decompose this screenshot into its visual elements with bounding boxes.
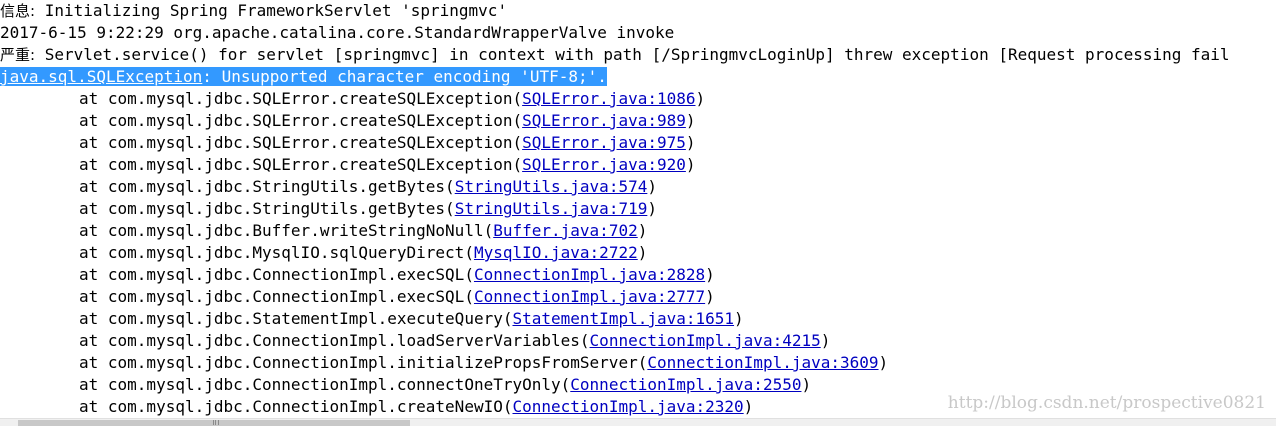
stack-frame-tail: ): [820, 331, 831, 350]
stack-frame-method: at com.mysql.jdbc.StatementImpl.executeQ…: [79, 309, 513, 328]
stack-frame-method: at com.mysql.jdbc.MysqlIO.sqlQueryDirect…: [79, 243, 474, 262]
source-location-link[interactable]: ConnectionImpl.java:2550: [570, 375, 801, 394]
stack-frame: at com.mysql.jdbc.ConnectionImpl.loadSer…: [0, 330, 1276, 352]
stack-frame-tail: ): [801, 375, 812, 394]
stack-frame-tail: ): [685, 111, 696, 130]
stack-frame-method: at com.mysql.jdbc.ConnectionImpl.execSQL…: [79, 287, 474, 306]
source-location-link[interactable]: SQLError.java:920: [522, 155, 686, 174]
scrollbar-grip-icon: [213, 420, 219, 425]
stack-frame-tail: ): [637, 221, 648, 240]
log-message: Initializing Spring FrameworkServlet 'sp…: [35, 1, 508, 20]
horizontal-scrollbar[interactable]: [0, 418, 1276, 426]
source-location-link[interactable]: ConnectionImpl.java:2320: [512, 397, 743, 416]
stack-frame-method: at com.mysql.jdbc.StringUtils.getBytes(: [79, 199, 455, 218]
log-message: 2017-6-15 9:22:29 org.apache.catalina.co…: [0, 23, 675, 42]
stack-frame: at com.mysql.jdbc.SQLError.createSQLExce…: [0, 132, 1276, 154]
source-location-link[interactable]: ConnectionImpl.java:2828: [474, 265, 705, 284]
stack-frame-tail: ): [734, 309, 744, 328]
stack-frame-method: at com.mysql.jdbc.StringUtils.getBytes(: [79, 177, 455, 196]
source-location-link[interactable]: StringUtils.java:719: [455, 199, 648, 218]
stack-frame-method: at com.mysql.jdbc.ConnectionImpl.initial…: [79, 353, 648, 372]
log-level-severe: 严重:: [0, 46, 36, 64]
log-level-info: 信息:: [0, 2, 36, 20]
stack-frame-tail: ): [743, 397, 754, 416]
stack-frame: at com.mysql.jdbc.ConnectionImpl.execSQL…: [0, 286, 1276, 308]
stack-frame: at com.mysql.jdbc.ConnectionImpl.execSQL…: [0, 264, 1276, 286]
stack-frame-method: at com.mysql.jdbc.ConnectionImpl.connect…: [79, 375, 571, 394]
stack-frame-method: at com.mysql.jdbc.SQLError.createSQLExce…: [79, 89, 523, 108]
stack-frame-tail: ): [695, 89, 706, 108]
source-location-link[interactable]: SQLError.java:975: [522, 133, 686, 152]
stack-frame: at com.mysql.jdbc.StringUtils.getBytes(S…: [0, 198, 1276, 220]
log-line-timestamp: 2017-6-15 9:22:29 org.apache.catalina.co…: [0, 22, 1276, 44]
stack-frame-tail: ): [705, 287, 715, 306]
source-location-link[interactable]: ConnectionImpl.java:2777: [474, 287, 705, 306]
stack-frame-method: at com.mysql.jdbc.SQLError.createSQLExce…: [79, 133, 523, 152]
watermark-text: http://blog.csdn.net/prospective0821: [947, 393, 1266, 413]
stack-frame-tail: ): [685, 133, 696, 152]
source-location-link[interactable]: StatementImpl.java:1651: [512, 309, 734, 328]
source-location-link[interactable]: ConnectionImpl.java:3609: [647, 353, 878, 372]
exception-type-link[interactable]: java.sql.SQLException: [0, 67, 202, 86]
source-location-link[interactable]: SQLError.java:1086: [522, 89, 695, 108]
stack-frame-method: at com.mysql.jdbc.SQLError.createSQLExce…: [79, 155, 523, 174]
stack-frame: at com.mysql.jdbc.SQLError.createSQLExce…: [0, 88, 1276, 110]
source-location-link[interactable]: ConnectionImpl.java:4215: [590, 331, 821, 350]
stack-frame-tail: ): [878, 353, 889, 372]
log-message: Servlet.service() for servlet [springmvc…: [35, 45, 1230, 64]
stack-frame-method: at com.mysql.jdbc.ConnectionImpl.createN…: [79, 397, 513, 416]
console-output[interactable]: 信息: Initializing Spring FrameworkServlet…: [0, 0, 1276, 418]
source-location-link[interactable]: Buffer.java:702: [493, 221, 638, 240]
source-location-link[interactable]: MysqlIO.java:2722: [474, 243, 638, 262]
exception-line: java.sql.SQLException: Unsupported chara…: [0, 66, 1276, 88]
log-line-info: 信息: Initializing Spring FrameworkServlet…: [0, 0, 1276, 22]
stack-frame-method: at com.mysql.jdbc.Buffer.writeStringNoNu…: [79, 221, 494, 240]
stack-frame: at com.mysql.jdbc.MysqlIO.sqlQueryDirect…: [0, 242, 1276, 264]
stack-frame: at com.mysql.jdbc.Buffer.writeStringNoNu…: [0, 220, 1276, 242]
stack-frame-method: at com.mysql.jdbc.ConnectionImpl.execSQL…: [79, 265, 474, 284]
stack-frame: at com.mysql.jdbc.StringUtils.getBytes(S…: [0, 176, 1276, 198]
stack-frame: at com.mysql.jdbc.SQLError.createSQLExce…: [0, 110, 1276, 132]
stack-trace: at com.mysql.jdbc.SQLError.createSQLExce…: [0, 88, 1276, 418]
stack-frame-tail: ): [637, 243, 648, 262]
stack-frame: at com.mysql.jdbc.SQLError.createSQLExce…: [0, 154, 1276, 176]
exception-message: : Unsupported character encoding 'UTF-8;…: [202, 67, 607, 86]
source-location-link[interactable]: SQLError.java:989: [522, 111, 686, 130]
log-line-severe: 严重: Servlet.service() for servlet [sprin…: [0, 44, 1276, 66]
stack-frame: at com.mysql.jdbc.ConnectionImpl.initial…: [0, 352, 1276, 374]
stack-frame-tail: ): [685, 155, 696, 174]
stack-frame-tail: ): [647, 177, 657, 196]
source-location-link[interactable]: StringUtils.java:574: [455, 177, 648, 196]
stack-frame: at com.mysql.jdbc.StatementImpl.executeQ…: [0, 308, 1276, 330]
stack-frame-method: at com.mysql.jdbc.SQLError.createSQLExce…: [79, 111, 523, 130]
stack-frame-tail: ): [647, 199, 657, 218]
selected-text[interactable]: java.sql.SQLException: Unsupported chara…: [0, 67, 607, 86]
stack-frame-method: at com.mysql.jdbc.ConnectionImpl.loadSer…: [79, 331, 590, 350]
stack-frame-tail: ): [705, 265, 715, 284]
